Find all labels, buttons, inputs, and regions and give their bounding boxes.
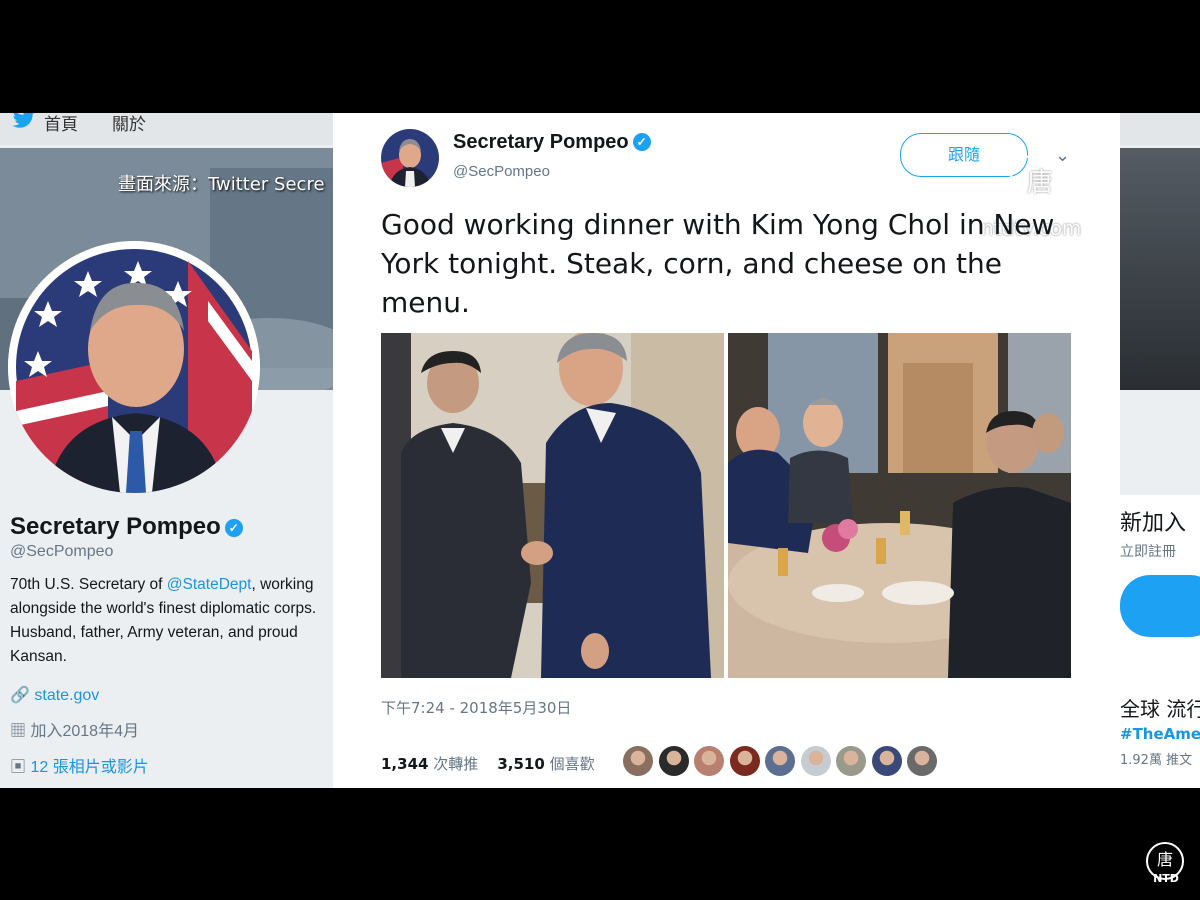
retweets-count[interactable]: 1,344: [381, 755, 428, 773]
tweet-modal: Secretary Pompeo ✓ @SecPompeo 跟隨 ⌄ 唐 ntdt…: [333, 113, 1120, 788]
right-background: [1120, 148, 1200, 390]
tweet-author-name[interactable]: Secretary Pompeo ✓: [453, 131, 651, 154]
tweet-text: Good working dinner with Kim Yong Chol i…: [381, 208, 1055, 319]
bio-text-1: 70th U.S. Secretary of: [10, 576, 167, 593]
likes-count[interactable]: 3,510: [497, 755, 544, 773]
trends-title: 全球 流行: [1120, 697, 1200, 721]
nav-home[interactable]: 首頁: [44, 113, 78, 135]
photo-icon: ▣: [10, 759, 27, 776]
photos-text[interactable]: 12 張相片或影片: [30, 759, 148, 776]
tweet-photo-dinner[interactable]: [728, 333, 1071, 678]
right-sidebar: 新加入 立即註冊 全球 流行 #TheAmer 1.92萬 推文: [1120, 495, 1200, 788]
profile-bio: 70th U.S. Secretary of @StateDept, worki…: [10, 573, 330, 669]
liker-avatar[interactable]: [836, 746, 866, 776]
profile-info: Secretary Pompeo ✓ @SecPompeo 70th U.S. S…: [10, 513, 330, 777]
tweet-timestamp[interactable]: 下午7:24 - 2018年5月30日: [381, 697, 571, 718]
bio-link-statedept[interactable]: @StateDept: [167, 576, 252, 593]
nav-about[interactable]: 關於: [112, 113, 146, 135]
verified-icon: ✓: [224, 519, 243, 537]
liker-avatar[interactable]: [623, 746, 653, 776]
liker-avatar[interactable]: [871, 746, 902, 776]
link-icon: 🔗: [10, 687, 30, 704]
tweet-author-name-text[interactable]: Secretary Pompeo: [453, 131, 629, 153]
video-frame: 首頁 關於 畫面來源：Twitter Secre Secretary Pompe…: [0, 113, 1200, 788]
profile-website[interactable]: 🔗 state.gov: [10, 685, 330, 705]
new-to-twitter-title: 新加入: [1120, 511, 1187, 536]
liker-avatar[interactable]: [694, 746, 724, 776]
likes-label[interactable]: 個喜歡: [550, 755, 595, 773]
liker-avatar[interactable]: [907, 746, 937, 776]
follow-button[interactable]: 跟隨: [900, 133, 1028, 177]
author-avatar-image: [381, 129, 439, 187]
tweet-author-avatar[interactable]: [381, 129, 439, 187]
twitter-bird-icon[interactable]: [12, 113, 36, 129]
tweet-author-handle[interactable]: @SecPompeo: [453, 163, 550, 180]
liker-avatar[interactable]: [658, 746, 689, 776]
avatar-image: [8, 241, 260, 493]
tweet-verified-icon: ✓: [632, 133, 651, 151]
tweet-photos: [381, 333, 1071, 678]
profile-handle[interactable]: @SecPompeo: [10, 543, 330, 561]
tweet-stats: 1,344 次轉推 3,510 個喜歡: [381, 753, 595, 774]
profile-avatar[interactable]: [8, 241, 260, 493]
retweets-label[interactable]: 次轉推: [433, 755, 478, 773]
liker-avatar[interactable]: [729, 746, 760, 776]
signup-text: 立即註冊: [1120, 544, 1176, 560]
dinner-photo-image: [728, 333, 1071, 678]
signup-button[interactable]: [1120, 575, 1200, 637]
trend-count: 1.92萬 推文: [1120, 753, 1193, 768]
ntd-logo-text: NTD: [1153, 872, 1179, 885]
tweet-photo-handshake[interactable]: [381, 333, 724, 678]
source-caption: 畫面來源：Twitter Secre: [118, 174, 325, 195]
liker-avatar[interactable]: [800, 746, 831, 776]
profile-name-text: Secretary Pompeo: [10, 513, 221, 540]
handshake-photo-image: [381, 333, 724, 678]
profile-photos-link[interactable]: ▣ 12 張相片或影片: [10, 753, 330, 777]
joined-text: 加入2018年4月: [30, 723, 139, 740]
trend-item[interactable]: #TheAmer: [1120, 725, 1200, 743]
calendar-icon: ▦: [10, 723, 27, 740]
liker-avatar[interactable]: [765, 746, 795, 776]
profile-name: Secretary Pompeo ✓: [10, 513, 330, 541]
profile-joined: ▦ 加入2018年4月: [10, 717, 330, 741]
website-link[interactable]: state.gov: [34, 687, 99, 704]
